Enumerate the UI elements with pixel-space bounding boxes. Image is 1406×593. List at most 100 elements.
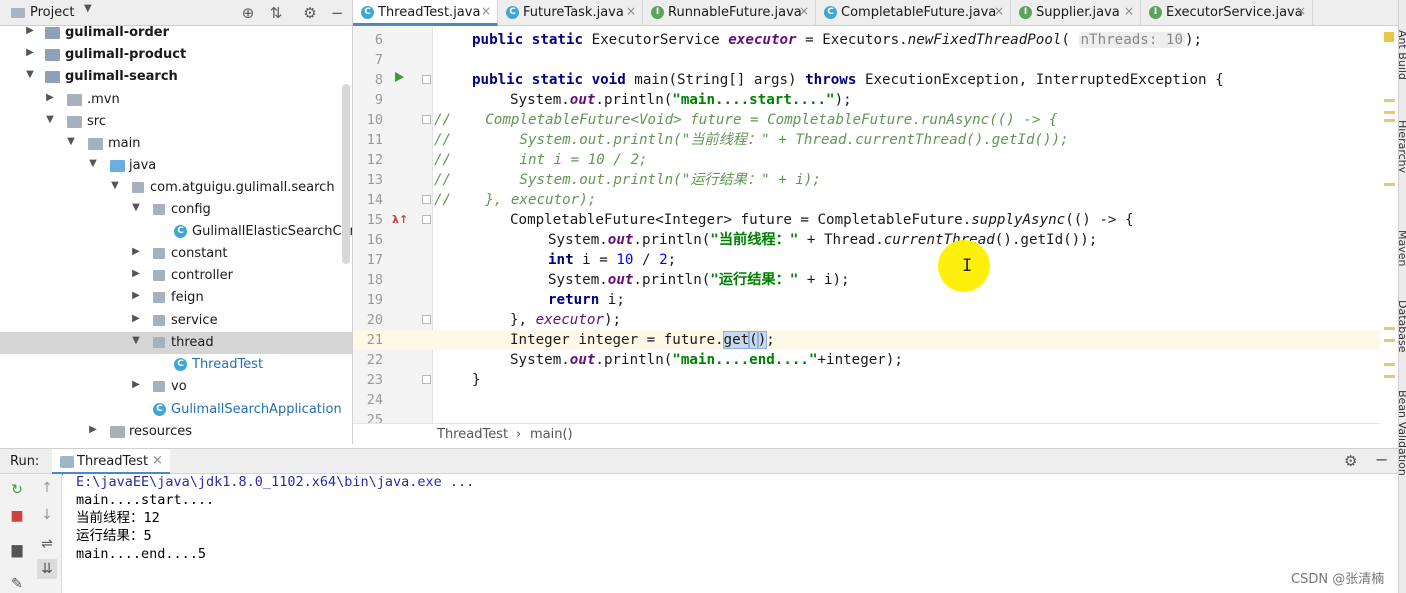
tool-window-hierarchy[interactable]: Hierarchy [1399, 120, 1406, 173]
tree-item-application[interactable]: C GulimallSearchApplication [0, 399, 352, 421]
hide-panel-icon[interactable]: − [327, 3, 347, 23]
stripe-marker[interactable] [1384, 327, 1395, 330]
close-icon[interactable]: × [1124, 4, 1134, 18]
chevron-right-icon[interactable]: ▶ [130, 379, 142, 390]
close-icon[interactable]: × [1296, 4, 1306, 18]
close-icon[interactable]: × [799, 4, 809, 18]
tab-runnablefuture[interactable]: I RunnableFuture.java × [643, 0, 816, 26]
tree-item-resources[interactable]: ▶ resources [0, 421, 352, 443]
error-stripe[interactable] [1380, 27, 1398, 423]
gear-icon[interactable]: ⚙ [300, 3, 320, 23]
chevron-down-icon[interactable]: ▼ [44, 114, 56, 125]
chevron-down-icon[interactable]: ▼ [130, 202, 142, 213]
tool-window-maven[interactable]: Maven [1399, 230, 1406, 266]
soft-wrap-icon[interactable]: ⇌ [37, 534, 57, 554]
tree-item-thread[interactable]: ▼ thread [0, 332, 352, 354]
module-folder-icon [45, 27, 60, 39]
chevron-down-icon[interactable]: ▼ [84, 3, 92, 14]
locate-icon[interactable]: ⊕ [238, 3, 258, 23]
stripe-marker[interactable] [1384, 339, 1395, 342]
chevron-right-icon[interactable]: ▶ [130, 290, 142, 301]
fold-icon[interactable] [422, 195, 431, 204]
run-panel-header: Run: ThreadTest × ⚙ − [0, 448, 1398, 475]
inspection-status-icon[interactable] [1384, 32, 1394, 42]
tree-item-gulimall-order[interactable]: ▶ gulimall-order [0, 22, 352, 44]
tree-item-threadtest[interactable]: C ThreadTest [0, 354, 352, 376]
stripe-marker[interactable] [1384, 99, 1395, 102]
chevron-down-icon[interactable]: ▼ [130, 335, 142, 346]
stripe-marker[interactable] [1384, 111, 1395, 114]
tree-item-mvn[interactable]: ▶ .mvn [0, 89, 352, 111]
chevron-down-icon[interactable]: ▼ [109, 180, 121, 191]
scroll-to-end-icon[interactable]: ⇊ [37, 559, 57, 579]
layout-icon[interactable]: ▆ [7, 540, 27, 560]
tool-window-database[interactable]: Database [1399, 300, 1406, 353]
close-icon[interactable]: × [994, 4, 1004, 18]
tree-item-config[interactable]: ▼ config [0, 199, 352, 221]
tree-item-main[interactable]: ▼ main [0, 133, 352, 155]
tree-item-feign[interactable]: ▶ feign [0, 287, 352, 309]
package-icon [153, 248, 165, 259]
project-scrollbar[interactable] [342, 84, 350, 264]
tool-window-ant-build[interactable]: Ant Build [1399, 30, 1406, 80]
chevron-right-icon[interactable]: ▶ [130, 313, 142, 324]
tab-futuretask[interactable]: C FutureTask.java × [498, 0, 643, 26]
stripe-marker[interactable] [1384, 375, 1395, 378]
minimize-icon[interactable]: − [1375, 450, 1388, 469]
breadcrumb-method[interactable]: main() [530, 427, 573, 442]
stop-icon[interactable]: ■ [7, 506, 27, 526]
tree-item-label: vo [171, 379, 187, 394]
pin-icon[interactable]: ✎ [7, 574, 27, 593]
breadcrumb-class[interactable]: ThreadTest [437, 427, 508, 442]
chevron-down-icon[interactable]: ▼ [87, 158, 99, 169]
line-number: 24 [366, 392, 383, 408]
fold-icon[interactable] [422, 375, 431, 384]
down-arrow-icon[interactable]: ↓ [37, 505, 57, 525]
tree-item-config-class[interactable]: C GulimallElasticSearchConfig [0, 221, 352, 243]
fold-icon[interactable] [422, 115, 431, 124]
gear-icon[interactable]: ⚙ [1344, 452, 1357, 470]
tree-item-service[interactable]: ▶ service [0, 310, 352, 332]
tree-item-src[interactable]: ▼ src [0, 111, 352, 133]
tab-threadtest[interactable]: C ThreadTest.java × [353, 0, 498, 26]
run-gutter-icon[interactable] [395, 72, 404, 82]
tree-item-gulimall-product[interactable]: ▶ gulimall-product [0, 44, 352, 66]
stripe-marker[interactable] [1384, 363, 1395, 366]
chevron-right-icon[interactable]: ▶ [44, 92, 56, 103]
tree-item-constant[interactable]: ▶ constant [0, 243, 352, 265]
chevron-right-icon[interactable]: ▶ [24, 47, 36, 58]
project-panel-title[interactable]: Project [30, 5, 74, 20]
rerun-icon[interactable]: ↻ [7, 480, 27, 500]
chevron-right-icon[interactable]: ▶ [130, 246, 142, 257]
tab-executorservice[interactable]: I ExecutorService.java × [1141, 0, 1313, 26]
run-tab-threadtest[interactable]: ThreadTest × [52, 449, 170, 475]
chevron-down-icon[interactable]: ▼ [24, 69, 36, 80]
fold-icon[interactable] [422, 315, 431, 324]
lambda-marker-icon[interactable]: λ↑ [392, 213, 408, 226]
chevron-right-icon[interactable]: ▶ [130, 268, 142, 279]
tab-supplier[interactable]: I Supplier.java × [1011, 0, 1141, 26]
chevron-right-icon[interactable]: ▶ [24, 25, 36, 36]
stripe-marker[interactable] [1384, 119, 1395, 122]
fold-icon[interactable] [422, 75, 431, 84]
stripe-marker[interactable] [1384, 183, 1395, 186]
console-output[interactable] [63, 474, 1398, 593]
tree-item-java[interactable]: ▼ java [0, 155, 352, 177]
chevron-down-icon[interactable]: ▼ [65, 136, 77, 147]
tool-window-bean-validation[interactable]: Bean Validation [1399, 390, 1406, 476]
tree-item-vo[interactable]: ▶ vo [0, 376, 352, 398]
close-icon[interactable]: × [481, 4, 491, 18]
close-icon[interactable]: × [152, 453, 163, 468]
up-arrow-icon[interactable]: ↑ [37, 478, 57, 498]
class-icon: C [361, 6, 374, 19]
tree-item-label: GulimallElasticSearchConfig [192, 224, 352, 239]
chevron-right-icon[interactable]: ▶ [87, 424, 99, 435]
code-line-12: // int i = 10 / 2; [434, 152, 648, 168]
tree-item-controller[interactable]: ▶ controller [0, 265, 352, 287]
close-icon[interactable]: × [626, 4, 636, 18]
tree-item-gulimall-search[interactable]: ▼ gulimall-search [0, 66, 352, 88]
tree-item-package-search[interactable]: ▼ com.atguigu.gulimall.search [0, 177, 352, 199]
tab-completablefuture[interactable]: C CompletableFuture.java × [816, 0, 1011, 26]
collapse-all-icon[interactable]: ⇅ [266, 3, 286, 23]
fold-icon[interactable] [422, 215, 431, 224]
